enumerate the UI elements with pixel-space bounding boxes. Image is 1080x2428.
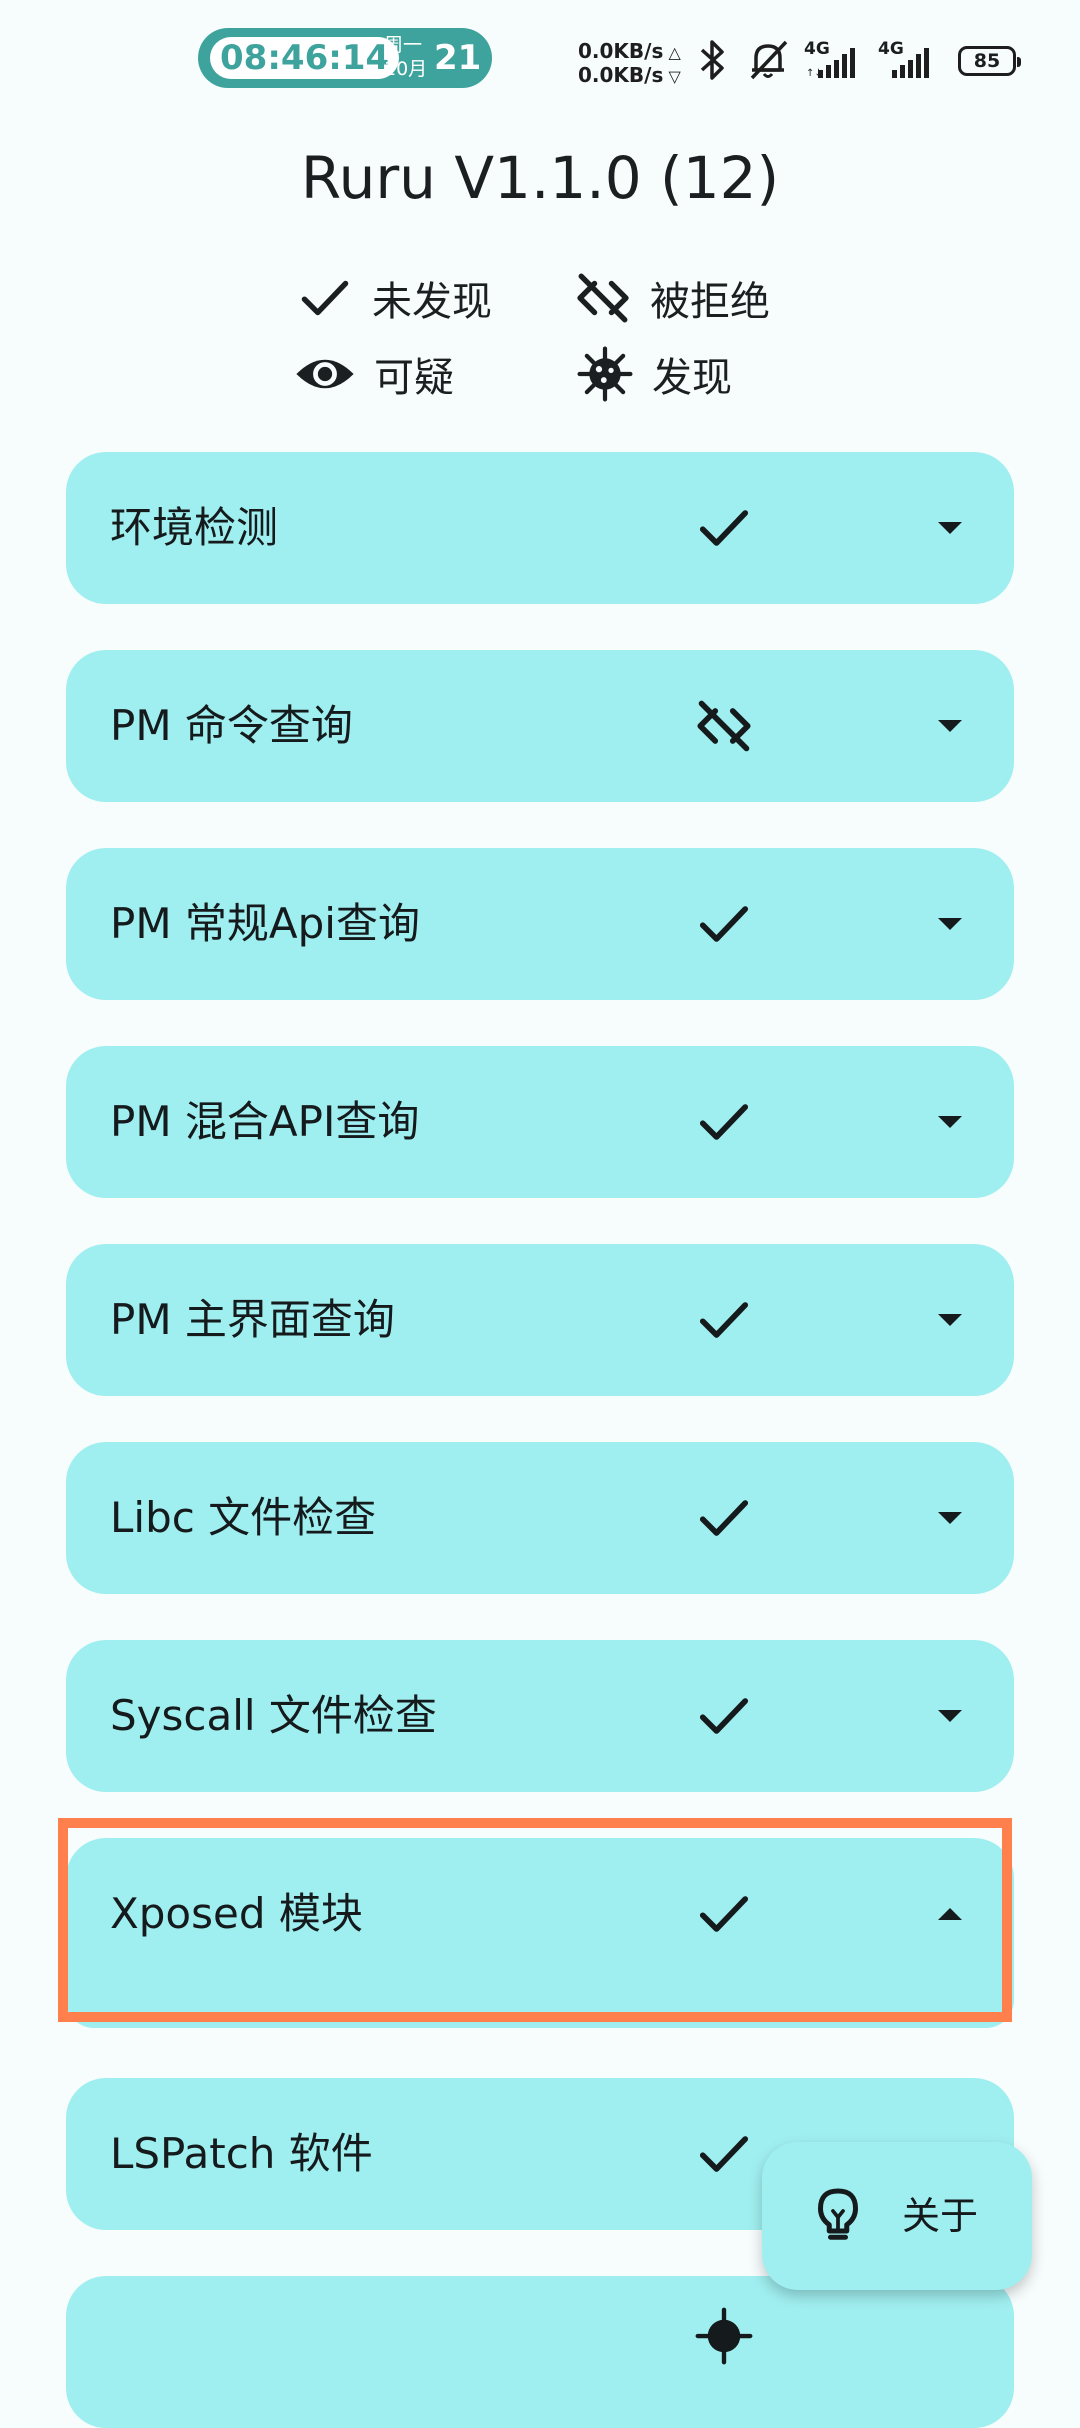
lightbulb-icon	[818, 2188, 858, 2240]
check-icon	[699, 1896, 749, 1932]
legend-denied-label: 被拒绝	[650, 279, 770, 325]
signal-bars-icon: ↑↓	[806, 48, 855, 79]
download-speed: 0.0KB/s	[578, 63, 664, 87]
check-card-xposed[interactable]: Xposed 模块	[66, 1838, 1014, 2028]
bell-off-icon	[750, 40, 788, 80]
clock-day: 21	[434, 38, 482, 78]
check-card-label: Xposed 模块	[110, 1889, 363, 1938]
clock-month: 10月	[384, 58, 428, 80]
check-card-label: 环境检测	[110, 503, 279, 552]
signal-bars-icon	[892, 48, 929, 78]
check-icon	[699, 906, 749, 942]
legend-suspicious-label: 可疑	[374, 355, 454, 401]
check-card-partial[interactable]	[66, 2276, 1014, 2428]
check-card-label: Libc 文件检查	[110, 1493, 377, 1542]
eye-icon	[296, 359, 354, 389]
check-card-libc-file[interactable]: Libc 文件检查	[66, 1442, 1014, 1594]
check-card-label: PM 混合API查询	[110, 1097, 420, 1146]
legend-found: 发现	[576, 344, 732, 404]
check-card-label: PM 主界面查询	[110, 1295, 395, 1344]
check-card-pm-launcher[interactable]: PM 主界面查询	[66, 1244, 1014, 1396]
check-card-syscall-file[interactable]: Syscall 文件检查	[66, 1640, 1014, 1792]
clock-weekday: 周一	[384, 34, 423, 56]
chevron-down-icon[interactable]	[934, 1700, 966, 1732]
chevron-down-icon[interactable]	[934, 1502, 966, 1534]
svg-text:↑↓: ↑↓	[806, 68, 823, 79]
check-icon	[301, 280, 349, 316]
code-off-icon	[697, 700, 751, 752]
check-card-pm-api[interactable]: PM 常规Api查询	[66, 848, 1014, 1000]
chevron-down-icon[interactable]	[934, 1304, 966, 1336]
check-icon	[699, 510, 749, 546]
check-icon	[699, 1104, 749, 1140]
code-off-icon	[577, 273, 629, 323]
check-card-environment[interactable]: 环境检测	[66, 452, 1014, 604]
clock-pill: 08:46:14 周一 10月 21	[198, 28, 492, 88]
about-fab-label: 关于	[902, 2194, 979, 2238]
check-card-pm-mixed-api[interactable]: PM 混合API查询	[66, 1046, 1014, 1198]
chevron-up-icon[interactable]	[934, 1898, 966, 1930]
virus-icon	[577, 346, 633, 402]
check-icon	[699, 1698, 749, 1734]
battery-indicator: 85	[958, 46, 1021, 76]
chevron-down-icon[interactable]	[934, 710, 966, 742]
check-card-label: Syscall 文件检查	[110, 1691, 437, 1740]
bluetooth-icon	[700, 40, 724, 80]
check-icon	[699, 2136, 749, 2172]
status-bar: 08:46:14 周一 10月 21 0.0KB/s △ 0.0KB/s ▽ 4…	[0, 0, 1080, 120]
chevron-down-icon[interactable]	[934, 1106, 966, 1138]
check-card-pm-command[interactable]: PM 命令查询	[66, 650, 1014, 802]
about-fab[interactable]: 关于	[762, 2142, 1032, 2290]
legend-denied: 被拒绝	[574, 268, 770, 328]
virus-icon	[695, 2307, 753, 2365]
legend-found-label: 发现	[652, 355, 732, 401]
upload-speed: 0.0KB/s	[578, 39, 664, 63]
check-card-label: LSPatch 软件	[110, 2129, 373, 2178]
chevron-down-icon[interactable]	[934, 512, 966, 544]
legend-not-found: 未发现	[296, 268, 492, 328]
network-speed: 0.0KB/s △ 0.0KB/s ▽	[578, 39, 681, 87]
clock-time: 08:46:14	[210, 37, 400, 79]
app-title: Ruru V1.1.0 (12)	[300, 144, 780, 212]
legend-not-found-label: 未发现	[372, 279, 492, 325]
check-icon	[699, 1302, 749, 1338]
check-card-label: PM 命令查询	[110, 701, 353, 750]
check-card-label: PM 常规Api查询	[110, 899, 420, 948]
chevron-down-icon[interactable]	[934, 908, 966, 940]
legend-suspicious: 可疑	[294, 344, 454, 404]
check-icon	[699, 1500, 749, 1536]
